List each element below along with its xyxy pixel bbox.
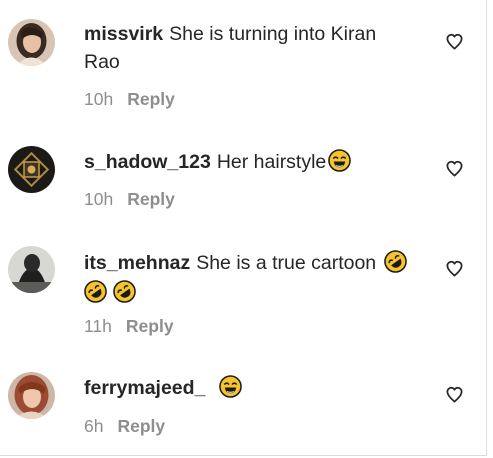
comment-timestamp[interactable]: 6h: [84, 416, 103, 436]
like-heart-icon[interactable]: [445, 385, 464, 404]
avatar[interactable]: [8, 146, 55, 193]
comment-text: She is a true cartoon: [196, 252, 377, 274]
reply-button[interactable]: Reply: [126, 316, 174, 336]
profile-photo-icon: [8, 19, 55, 66]
avatar[interactable]: [8, 372, 55, 419]
comments-panel: missvirk She is turning into Kiran Rao 10…: [0, 0, 487, 456]
rolling-laughing-emoji-icon: [113, 280, 136, 303]
profile-photo-icon: [8, 372, 55, 419]
comment-username[interactable]: missvirk: [84, 23, 163, 45]
comment-meta: 6h Reply: [84, 415, 165, 437]
like-heart-icon[interactable]: [445, 159, 464, 178]
profile-photo-icon: [8, 146, 55, 193]
reply-button[interactable]: Reply: [117, 416, 165, 436]
rolling-laughing-emoji-icon: [84, 280, 107, 303]
comment-username[interactable]: ferrymajeed_: [84, 377, 205, 399]
comment-body: ferrymajeed_: [84, 374, 414, 402]
comment-username[interactable]: its_mehnaz: [84, 252, 190, 274]
comment-timestamp[interactable]: 10h: [84, 189, 113, 209]
comment-meta: 10h Reply: [84, 188, 175, 210]
laughing-tears-emoji-icon: [219, 375, 242, 398]
comment-meta: 10h Reply: [84, 88, 175, 110]
laughing-tears-emoji-icon: [328, 149, 352, 172]
rolling-laughing-emoji-icon: [383, 250, 407, 273]
comment-timestamp[interactable]: 10h: [84, 89, 113, 109]
comment-body: missvirk She is turning into Kiran Rao: [84, 20, 414, 76]
comment-body: s_hadow_123 Her hairstyle: [84, 148, 414, 176]
comment-meta: 11h Reply: [84, 315, 174, 337]
comment-username[interactable]: s_hadow_123: [84, 151, 211, 173]
like-heart-icon[interactable]: [445, 32, 464, 51]
comment-body: its_mehnaz She is a true cartoon: [84, 248, 414, 308]
avatar[interactable]: [8, 19, 55, 66]
like-heart-icon[interactable]: [445, 259, 464, 278]
comment-timestamp[interactable]: 11h: [84, 316, 112, 336]
profile-photo-icon: [8, 246, 55, 293]
reply-button[interactable]: Reply: [127, 89, 175, 109]
comment-text: Her hairstyle: [216, 151, 327, 173]
reply-button[interactable]: Reply: [127, 189, 175, 209]
avatar[interactable]: [8, 246, 55, 293]
